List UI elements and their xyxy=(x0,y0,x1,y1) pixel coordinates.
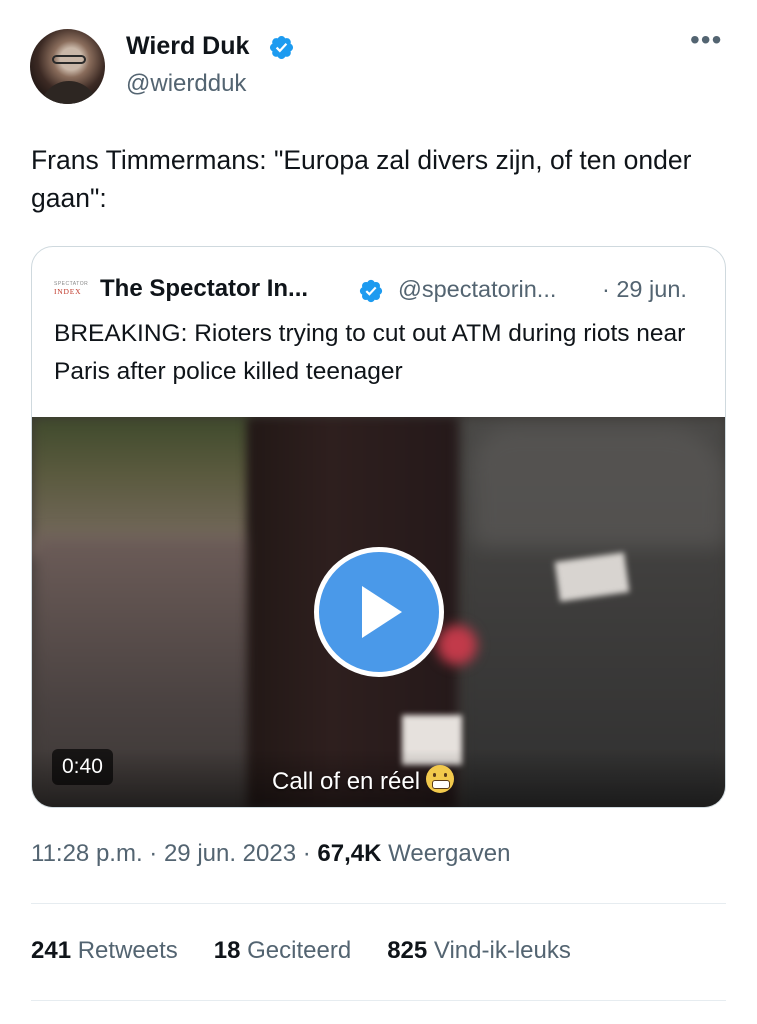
quotes-label: Geciteerd xyxy=(240,937,352,964)
divider-bottom xyxy=(31,1000,726,1001)
retweets-stat[interactable]: 241 Retweets xyxy=(31,937,178,965)
quoted-author-handle[interactable]: @spectatorin... xyxy=(398,276,556,303)
tweet-text: Frans Timmermans: "Europa zal divers zij… xyxy=(31,145,692,213)
likes-count: 825 xyxy=(387,937,428,964)
tweet-meta: 11:28 p.m. · 29 jun. 2023 · 67,4K Weerga… xyxy=(31,840,510,868)
video-frame-blur xyxy=(472,427,725,547)
play-icon xyxy=(362,586,402,638)
retweets-label: Retweets xyxy=(71,937,178,964)
video-duration: 0:40 xyxy=(52,749,113,785)
divider-top xyxy=(31,903,726,904)
verified-badge-icon xyxy=(269,35,294,60)
likes-stat[interactable]: 825 Vind-ik-leuks xyxy=(387,937,571,965)
video-frame-red-object xyxy=(437,625,477,665)
quoted-tweet-date[interactable]: · 29 jun. xyxy=(602,276,687,303)
play-button[interactable] xyxy=(314,547,444,677)
logo-line-2: INDEX xyxy=(54,287,82,296)
grimacing-face-icon xyxy=(426,765,455,793)
video-caption: Call of en réel xyxy=(272,765,455,796)
retweets-count: 241 xyxy=(31,937,72,964)
quotes-stat[interactable]: 18 Geciteerd xyxy=(214,937,351,965)
spectator-index-logo: SPECTATOR INDEX xyxy=(54,281,94,297)
views-label: Weergaven xyxy=(381,840,511,867)
quoted-tweet-card[interactable]: SPECTATOR INDEX The Spectator In... @spe… xyxy=(31,246,726,808)
likes-label: Vind-ik-leuks xyxy=(427,937,571,964)
author-handle[interactable]: @wierdduk xyxy=(126,70,246,98)
more-options-icon[interactable]: ••• xyxy=(690,26,722,54)
avatar-glasses-detail xyxy=(52,55,86,64)
author-avatar[interactable] xyxy=(30,29,105,104)
quotes-count: 18 xyxy=(213,937,241,964)
quoted-author-name[interactable]: The Spectator In... xyxy=(100,275,308,303)
author-name[interactable]: Wierd Duk xyxy=(126,32,249,61)
video-player[interactable]: 0:40 Call of en réel xyxy=(32,417,725,807)
tweet-timestamp[interactable]: 11:28 p.m. · 29 jun. 2023 · xyxy=(31,840,317,867)
video-caption-text: Call of en réel xyxy=(272,768,421,795)
tweet-stats: 241 Retweets 18 Geciteerd 825 Vind-ik-le… xyxy=(31,937,571,965)
video-frame-background xyxy=(32,417,252,557)
views-count: 67,4K xyxy=(317,840,382,867)
avatar-shirt-detail xyxy=(40,81,98,104)
quoted-tweet-text: BREAKING: Rioters trying to cut out ATM … xyxy=(54,320,686,385)
quoted-verified-badge-icon xyxy=(359,279,383,303)
